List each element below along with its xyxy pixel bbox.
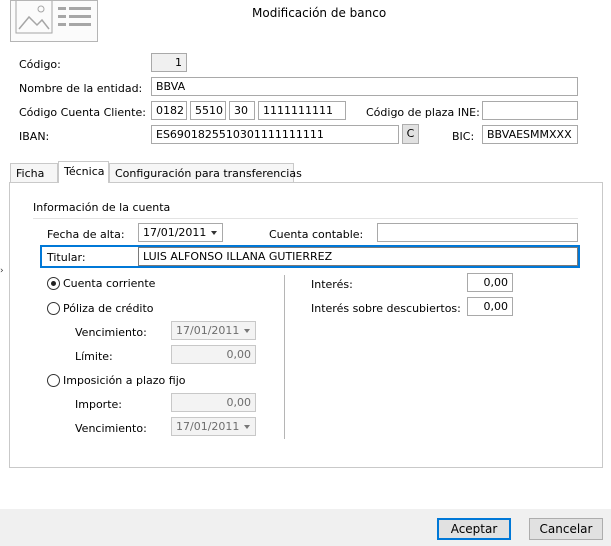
dialog-title: Modificación de banco xyxy=(252,6,387,20)
ccc-dc-field[interactable]: 30 xyxy=(229,101,255,120)
footer-bar xyxy=(0,509,611,546)
ccc-label: Código Cuenta Cliente: xyxy=(19,106,146,119)
interes-descubiertos-label: Interés sobre descubiertos: xyxy=(311,302,461,315)
chevron-down-icon[interactable] xyxy=(244,329,250,333)
imp-vencimiento-label: Vencimiento: xyxy=(75,422,147,435)
accept-button[interactable]: Aceptar xyxy=(437,518,511,540)
radio-imposicion-plazo-fijo[interactable] xyxy=(47,374,60,387)
imp-importe-label: Importe: xyxy=(75,398,122,411)
poliza-limite-field[interactable]: 0,00 xyxy=(171,345,256,364)
nombre-label: Nombre de la entidad: xyxy=(19,82,143,95)
poliza-vencimiento-value: 17/01/2011 xyxy=(176,324,240,337)
plaza-field[interactable] xyxy=(482,101,578,120)
cuenta-contable-label: Cuenta contable: xyxy=(269,228,364,241)
imp-importe-field[interactable]: 0,00 xyxy=(171,393,256,412)
ccc-entidad-field[interactable]: 0182 xyxy=(151,101,187,120)
radio-cuenta-corriente[interactable] xyxy=(47,277,60,290)
titular-field[interactable]: LUIS ALFONSO ILLANA GUTIERREZ xyxy=(138,247,578,266)
imp-vencimiento-picker[interactable]: 17/01/2011 xyxy=(171,417,256,436)
cuenta-contable-field[interactable] xyxy=(377,223,578,242)
interes-field[interactable]: 0,00 xyxy=(467,273,513,292)
cancel-button[interactable]: Cancelar xyxy=(529,518,603,540)
nombre-field[interactable]: BBVA xyxy=(151,77,578,96)
iban-calc-button[interactable]: C xyxy=(402,124,419,144)
plaza-label: Código de plaza INE: xyxy=(366,106,480,119)
codigo-field[interactable]: 1 xyxy=(151,53,187,72)
bic-label: BIC: xyxy=(452,130,475,143)
tab-configuracion-transferencias[interactable]: Configuración para transferencias xyxy=(109,163,302,183)
fecha-alta-label: Fecha de alta: xyxy=(47,228,125,241)
titular-label: Titular: xyxy=(47,251,86,264)
fecha-alta-picker[interactable]: 17/01/2011 xyxy=(138,223,223,242)
tab-ficha[interactable]: Ficha xyxy=(10,163,58,183)
column-divider xyxy=(284,275,285,439)
poliza-limite-label: Límite: xyxy=(75,350,113,363)
option-imposicion-label[interactable]: Imposición a plazo fijo xyxy=(63,374,186,388)
iban-field[interactable]: ES6901825510301111111111 xyxy=(151,125,399,144)
section-divider xyxy=(33,218,578,219)
iban-label: IBAN: xyxy=(19,130,50,143)
interes-descubiertos-field[interactable]: 0,00 xyxy=(467,297,513,316)
poliza-vencimiento-label: Vencimiento: xyxy=(75,326,147,339)
bank-card-icon xyxy=(10,0,98,42)
interes-label: Interés: xyxy=(311,278,353,291)
radio-poliza-credito[interactable] xyxy=(47,302,60,315)
bic-field[interactable]: BBVAESMMXXX xyxy=(482,125,578,144)
tab-tecnica[interactable]: Técnica xyxy=(58,161,109,183)
option-poliza-label[interactable]: Póliza de crédito xyxy=(63,302,154,316)
poliza-vencimiento-picker[interactable]: 17/01/2011 xyxy=(171,321,256,340)
option-cuenta-corriente-label[interactable]: Cuenta corriente xyxy=(63,277,155,291)
ccc-oficina-field[interactable]: 5510 xyxy=(190,101,226,120)
chevron-down-icon[interactable] xyxy=(244,425,250,429)
imp-vencimiento-value: 17/01/2011 xyxy=(176,420,240,433)
codigo-label: Código: xyxy=(19,58,61,71)
section-title: Información de la cuenta xyxy=(33,201,171,214)
chevron-down-icon[interactable] xyxy=(211,231,217,235)
row-pointer-icon: › xyxy=(0,266,4,276)
fecha-alta-value: 17/01/2011 xyxy=(143,226,207,239)
ccc-cuenta-field[interactable]: 1111111111 xyxy=(258,101,346,120)
